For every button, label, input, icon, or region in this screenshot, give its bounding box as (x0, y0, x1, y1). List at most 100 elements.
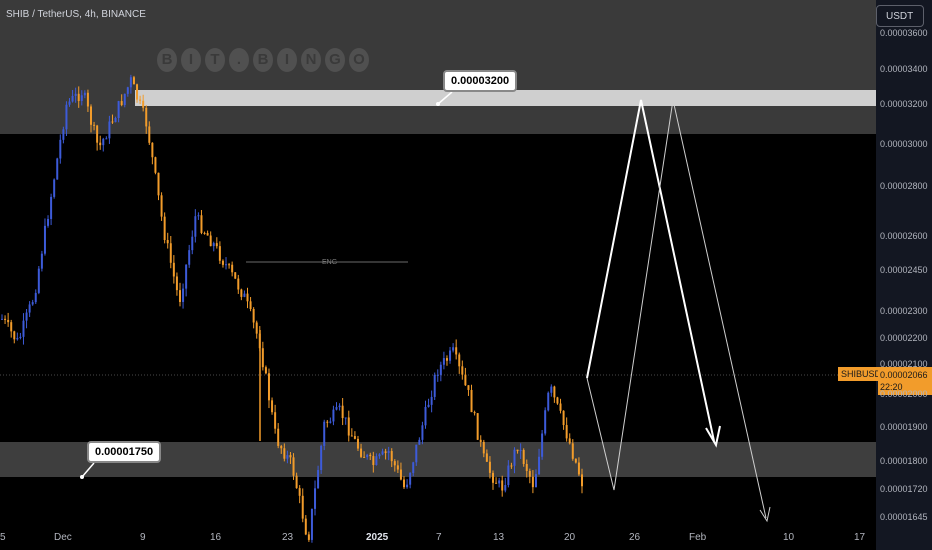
candle-body (516, 449, 519, 452)
candle-body (169, 243, 172, 263)
x-tick: 13 (493, 532, 505, 543)
candle-body (200, 215, 203, 233)
candle-body (427, 404, 430, 407)
candle-body (264, 367, 267, 374)
candle-body (387, 451, 390, 453)
candle-body (185, 264, 188, 289)
candle-body (467, 385, 470, 390)
candle-body (323, 421, 326, 446)
candle-body (7, 319, 10, 323)
candle-body (188, 250, 191, 265)
eng-label: ENG (322, 259, 338, 266)
candle-body (178, 290, 181, 302)
candle-body (47, 218, 50, 226)
candle-body (399, 469, 402, 480)
candle-body (304, 518, 307, 535)
candle-body (507, 465, 510, 486)
candle-body (381, 451, 384, 455)
candle-body (13, 331, 16, 340)
candle-body (40, 253, 43, 269)
candle-body (31, 302, 34, 305)
candle-body (83, 92, 86, 96)
candle-body (353, 436, 356, 439)
candle-body (541, 433, 544, 457)
candle-body (458, 354, 461, 367)
candle-body (519, 449, 522, 452)
candle-body (565, 425, 568, 439)
candle-body (485, 453, 488, 462)
candle-body (108, 121, 111, 139)
candle-body (228, 264, 231, 266)
candle-body (136, 84, 139, 100)
lower-callout[interactable]: 0.00001750 (87, 441, 162, 463)
x-tick: 7 (436, 532, 442, 543)
candle-body (455, 347, 458, 355)
upper-shaded-region (0, 0, 876, 134)
candle-body (335, 407, 338, 410)
candle-body (163, 216, 166, 241)
candle-body (378, 454, 381, 457)
x-tick: 17 (854, 532, 866, 543)
candle-body (498, 480, 501, 484)
candle-body (191, 236, 194, 251)
candle-body (132, 77, 135, 85)
candle-body (406, 484, 409, 488)
y-tick: 0.00001900 (880, 422, 928, 432)
candle-body (157, 172, 160, 196)
last-price-value: 0.00002066 (880, 370, 928, 380)
candle-body (4, 318, 7, 320)
candle-body (522, 449, 525, 464)
candle-body (22, 320, 25, 337)
candle-body (286, 455, 289, 459)
y-tick: 0.00003400 (880, 64, 928, 74)
candle-body (442, 358, 445, 365)
candle-body (1, 318, 3, 320)
candle-body (234, 272, 237, 279)
candle-body (231, 264, 234, 273)
candle-body (175, 276, 178, 291)
candle-body (28, 304, 31, 313)
candle-body (501, 480, 504, 491)
candle-body (68, 101, 71, 105)
x-tick-bold: 2025 (366, 532, 389, 543)
candle-body (344, 417, 347, 419)
candle-body (452, 347, 455, 351)
candle-body (77, 93, 80, 101)
candle-body (393, 461, 396, 466)
y-tick: 0.00002000 (880, 389, 928, 399)
candle-body (488, 461, 491, 473)
candle-body (403, 479, 406, 488)
candle-body (111, 121, 114, 123)
candle-body (215, 243, 218, 247)
candle-body (172, 262, 175, 277)
currency-button[interactable]: USDT (876, 5, 924, 27)
candle-body (151, 142, 154, 158)
candle-body (421, 425, 424, 440)
x-tick: Feb (689, 532, 707, 543)
candle-body (439, 364, 442, 375)
candle-body (99, 142, 102, 146)
candle-body (25, 312, 28, 321)
candle-body (550, 386, 553, 393)
candle-body (129, 77, 132, 88)
y-tick: 0.00002100 (880, 359, 928, 369)
candle-body (252, 309, 255, 323)
candle-body (504, 485, 507, 491)
candle-body (105, 138, 108, 140)
y-tick: 0.00001720 (880, 484, 928, 494)
candle-body (461, 366, 464, 375)
candle-body (470, 389, 473, 413)
candle-body (390, 451, 393, 462)
upper-callout[interactable]: 0.00003200 (443, 70, 518, 92)
candle-body (37, 268, 40, 293)
candle-body (445, 358, 448, 361)
candle-body (547, 392, 550, 411)
candle-body (559, 403, 562, 411)
candle-body (513, 449, 516, 466)
candle-body (412, 462, 415, 473)
y-tick: 0.00002800 (880, 181, 928, 191)
candle-body (154, 157, 157, 173)
resistance-zone (135, 90, 876, 106)
y-tick: 0.00003600 (880, 28, 928, 38)
candle-body (218, 246, 221, 261)
